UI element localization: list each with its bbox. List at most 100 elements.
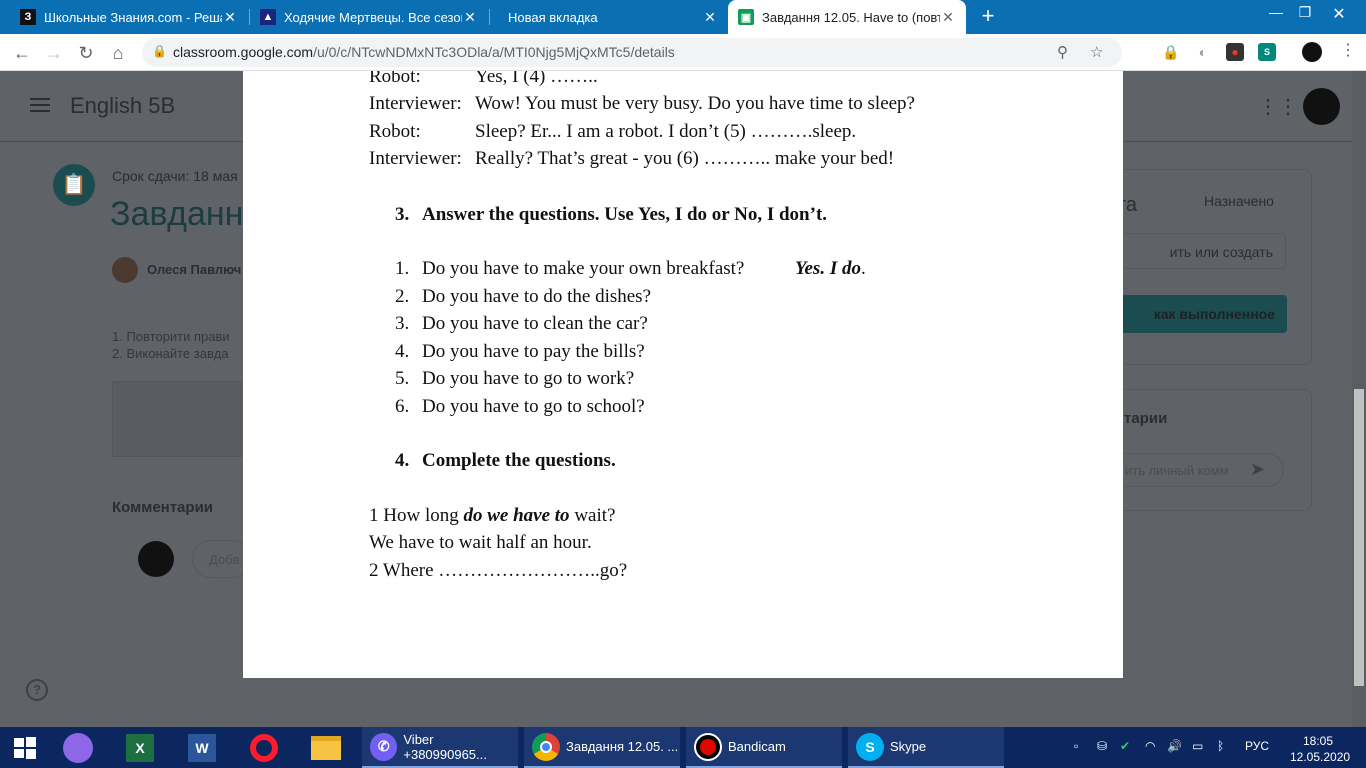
adblock-extension-icon[interactable]: ABP — [1129, 43, 1149, 61]
question-text: Do you have to pay the bills? — [422, 341, 645, 362]
show-hidden-icons-icon[interactable]: ▫ — [1074, 739, 1078, 753]
taskbar-label: Завдання 12.05. ... — [566, 739, 679, 754]
bluetooth-icon[interactable]: ᛒ — [1217, 739, 1224, 753]
send-icon[interactable]: ➤ — [1250, 459, 1265, 480]
back-arrow-icon[interactable]: ← — [9, 40, 35, 66]
section-title: Complete the questions. — [422, 450, 616, 471]
address-bar[interactable]: 🔒 classroom.google.com/u/0/c/NTcwNDMxNTc… — [142, 38, 1122, 67]
lock-icon: 🔒 — [152, 44, 167, 58]
system-clock[interactable]: 18:05 12.05.2020 — [1290, 733, 1351, 765]
tab-title: Завдання 12.05. Have to (повтор — [762, 9, 940, 25]
usb-device-icon[interactable]: ⛁ — [1097, 739, 1107, 753]
close-icon[interactable]: ✕ — [940, 9, 956, 26]
comment-avatar — [138, 541, 174, 577]
c1-suffix: wait? — [569, 505, 616, 526]
question-number: 2. — [395, 286, 410, 307]
zoom-icon[interactable]: ⚲ — [1057, 43, 1068, 61]
minimize-icon[interactable]: — — [1261, 4, 1291, 20]
question-text: Do you have to go to school? — [422, 396, 645, 417]
bookmark-star-icon[interactable]: ☆ — [1090, 43, 1103, 61]
c1-bold: do we have to — [463, 505, 570, 526]
new-tab-plus-icon[interactable]: + — [976, 4, 1000, 30]
opera-ring — [250, 733, 278, 762]
instruction-line: 1. Повторити прави — [112, 329, 230, 344]
dialogue-text: Yes, I (4) …….. — [475, 71, 598, 87]
start-windows-icon[interactable] — [8, 727, 42, 768]
clock-date: 12.05.2020 — [1290, 750, 1351, 764]
tab-znania[interactable]: З Школьные Знания.com - Решае ✕ — [10, 0, 248, 34]
question-text: Do you have to do the dishes? — [422, 286, 652, 307]
dialogue-text: Sleep? Er... I am a robot. I don’t (5) …… — [475, 121, 857, 142]
profile-avatar[interactable] — [1302, 42, 1322, 62]
input-language[interactable]: РУС — [1245, 739, 1269, 753]
file-explorer-icon[interactable] — [310, 727, 342, 768]
wifi-icon[interactable]: ◠ — [1145, 739, 1155, 753]
lock-extension-icon[interactable]: 🔒 — [1162, 43, 1180, 61]
complete-question-1: 1 How long do we have to wait? — [369, 505, 615, 527]
shield-extension-icon[interactable]: ◐ — [1194, 43, 1212, 61]
course-title[interactable]: English 5B — [70, 93, 175, 119]
dialogue-speaker: Interviewer: — [369, 93, 462, 114]
section-number: 3. — [395, 204, 410, 225]
url-host: classroom.google.com — [173, 44, 314, 60]
help-icon[interactable]: ? — [26, 679, 48, 701]
home-icon[interactable]: ⌂ — [105, 40, 131, 66]
author-avatar — [112, 257, 138, 283]
tab-new-tab[interactable]: Новая вкладка ✕ — [490, 0, 728, 34]
ext-label: ● — [1231, 45, 1239, 59]
more-menu-icon[interactable]: ⋮ — [1340, 40, 1356, 60]
s-extension-icon[interactable]: S — [1258, 43, 1276, 61]
add-or-create-button[interactable]: ить или создать — [1110, 233, 1286, 269]
account-avatar[interactable] — [1303, 88, 1340, 125]
question-text: Do you have to go to work? — [422, 368, 635, 389]
scrollbar-thumb[interactable] — [1354, 389, 1364, 686]
ext-label: 🔒 — [1162, 43, 1180, 60]
private-comments-card — [1100, 389, 1312, 511]
volume-icon[interactable]: 🔊 — [1167, 739, 1182, 753]
tab-title: Ходячие Мертвецы. Все сезоны — [284, 9, 462, 25]
tab-walking-dead[interactable]: ▲ Ходячие Мертвецы. Все сезоны ✕ — [250, 0, 488, 34]
word-icon[interactable]: W — [186, 727, 218, 768]
hamburger-menu-icon[interactable] — [30, 98, 50, 112]
close-icon[interactable]: ✕ — [462, 9, 478, 26]
close-icon[interactable]: ✕ — [222, 9, 238, 26]
record-extension-icon[interactable]: ● — [1226, 43, 1244, 61]
folder-shape — [311, 735, 341, 760]
taskbar-chrome[interactable]: Завдання 12.05. ... — [524, 727, 680, 768]
dialogue-speaker: Interviewer: — [369, 148, 462, 169]
apps-grid-icon[interactable]: ⋮⋮⋮ — [1258, 97, 1318, 117]
example-answer: Yes. I do. — [795, 258, 866, 280]
excel-icon[interactable]: X — [124, 727, 156, 768]
ext-label: S — [1263, 47, 1270, 57]
opera-icon[interactable] — [248, 727, 280, 768]
ext-label: ABP — [1129, 47, 1149, 57]
alice-icon[interactable] — [62, 727, 94, 768]
tab-classroom-active[interactable]: ▣ Завдання 12.05. Have to (повтор ✕ — [728, 0, 966, 34]
comments-heading: Комментарии — [112, 499, 214, 516]
taskbar-skype[interactable]: S Skype — [848, 727, 1004, 768]
document-preview: Robot: Yes, I (4) …….. Interviewer: Wow!… — [243, 71, 1123, 678]
window-close-icon[interactable]: ✕ — [1324, 4, 1354, 24]
taskbar-bandicam[interactable]: Bandicam — [686, 727, 842, 768]
taskbar-viber[interactable]: ✆ Viber +380990965... — [362, 727, 518, 768]
attachment-thumbnail[interactable] — [112, 381, 242, 457]
excel-glyph: X — [126, 733, 154, 762]
mark-as-done-button[interactable]: как выполненное — [1110, 295, 1287, 333]
security-shield-icon[interactable]: ✔ — [1120, 739, 1130, 753]
alice-circle — [63, 732, 93, 763]
forward-arrow-icon[interactable]: → — [41, 40, 67, 66]
assignment-icon: 📋 — [53, 164, 95, 206]
close-icon[interactable]: ✕ — [702, 9, 718, 26]
dialogue-text: Really? That’s great - you (6) ……….. mak… — [475, 148, 895, 169]
complete-answer-1: We have to wait half an hour. — [369, 532, 592, 553]
complete-question-2: 2 Where ……………………..go? — [369, 560, 628, 581]
maximize-icon[interactable]: ❐ — [1290, 4, 1320, 21]
question-number: 3. — [395, 313, 410, 334]
battery-icon[interactable]: ▭ — [1192, 739, 1203, 753]
reload-icon[interactable]: ↻ — [73, 40, 99, 66]
url-text: classroom.google.com/u/0/c/NTcwNDMxNTc3O… — [173, 44, 675, 60]
question-number: 6. — [395, 396, 410, 417]
classroom-favicon-icon: ▣ — [738, 9, 754, 25]
assignment-title: Завдання — [110, 195, 262, 233]
tab-title: Школьные Знания.com - Решае — [44, 9, 222, 25]
